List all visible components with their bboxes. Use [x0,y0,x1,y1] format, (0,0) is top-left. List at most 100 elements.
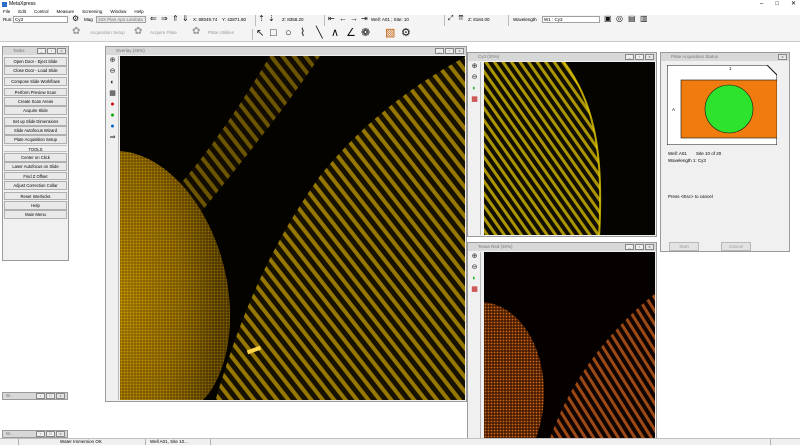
close-button[interactable]: × [57,48,66,54]
open-door-button[interactable]: Open Door - Eject Slide [4,57,67,66]
close-button[interactable]: × [56,393,65,399]
polyline-tool-icon[interactable]: ∧ [331,28,339,39]
restore-button[interactable]: ▫ [635,244,644,250]
restore-button[interactable]: ▫ [445,48,454,54]
nav-last-icon[interactable]: ⇥ [361,14,368,24]
minimize-button[interactable]: _ [625,54,634,60]
gear-icon[interactable]: ⚙ [72,14,79,24]
compose-workflows-button[interactable]: Compose Slide Workflows [4,76,67,86]
create-scan-areas-button[interactable]: Create Scan Areas [4,96,67,106]
menu-screening[interactable]: Screening [82,8,102,15]
pointer-tool-icon[interactable]: ↖ [256,29,264,39]
restore-button[interactable]: ▫ [36,431,45,437]
reset-interlocks-button[interactable]: Reset Interlocks [4,191,67,201]
minimize-icon[interactable]: – [760,0,763,8]
acquire-plate-icon[interactable]: ✿ [134,27,142,37]
z-up-icon[interactable]: ⇈ [458,14,464,24]
acquire-icon[interactable]: ▥ [640,14,648,24]
wavelength-select[interactable]: W1 : Cy3 [542,16,600,23]
nav-next-icon[interactable]: → [350,14,358,24]
ellipse-tool-icon[interactable]: ○ [285,28,292,39]
minimized-window-1[interactable]: W... ▫ □ × [2,392,68,400]
slide-autofocus-button[interactable]: Slide Autofocus Wizard [4,126,67,135]
focus-up-icon[interactable]: ⇡ [258,14,265,24]
stage-up-icon[interactable]: ⇑ [172,14,179,24]
help-button[interactable]: Help [4,200,67,210]
close-button[interactable]: × [645,244,654,250]
preview-scan-button[interactable]: Perform Preview Scan [4,87,67,97]
stage-left-icon[interactable]: ⇐ [150,14,157,24]
lut-icon[interactable]: ▦ [470,96,479,104]
zoom-fit-icon[interactable]: ⤢ [448,14,454,24]
menu-control[interactable]: Control [34,8,49,15]
contrast-icon[interactable]: ◐ [108,79,117,87]
menu-help[interactable]: Help [134,8,143,15]
zoom-in-icon[interactable]: ⊕ [108,57,117,65]
zoom-in-icon[interactable]: ⊕ [470,253,479,261]
close-button[interactable]: × [56,431,65,437]
zoom-out-icon[interactable]: ⊖ [470,264,479,272]
close-button[interactable]: × [455,48,464,54]
restore-button[interactable]: ▫ [635,54,644,60]
nav-first-icon[interactable]: ⇤ [328,14,335,24]
close-button[interactable]: × [778,54,787,60]
zoom-in-icon[interactable]: ⊕ [470,63,479,71]
objective-select[interactable]: 10X Plan Apo Lambda [96,16,146,23]
minimized-window-2[interactable]: W... ▫ □ × [2,430,68,438]
zoom-out-icon[interactable]: ⊖ [470,74,479,82]
slide-dimensions-button[interactable]: Set up Slide Dimensions [4,116,67,126]
correction-collar-button[interactable]: Adjust Correction Collar [4,181,67,190]
green-channel-icon[interactable]: ● [108,112,117,120]
stage-right-icon[interactable]: ⇒ [161,14,168,24]
acquire-plate-button[interactable]: Acquire Plate [150,29,177,36]
plate-utilities-button[interactable]: Plate Utilities [208,29,234,36]
minimize-button[interactable]: _ [625,244,634,250]
stage-down-icon[interactable]: ⇓ [182,14,189,24]
main-menu-button[interactable]: Main Menu [4,210,67,219]
maximize-button[interactable]: □ [46,393,55,399]
center-on-click-button[interactable]: Center on Click [4,153,67,162]
line-tool-icon[interactable]: ╲ [316,28,323,39]
overlay-image[interactable] [120,56,465,400]
zoom-out-icon[interactable]: ⊖ [108,68,117,76]
cancel-button[interactable]: Cancel [721,242,751,251]
focus-down-icon[interactable]: ⇣ [268,14,275,24]
camera-icon[interactable]: ▣ [604,14,612,24]
maximize-icon[interactable]: □ [775,0,779,8]
plate-acquisition-setup-button[interactable]: Plate Acquisition Setup [4,135,67,145]
settings-tool-icon[interactable]: ⚙ [401,28,411,39]
laser-autofocus-button[interactable]: Laser Autofocus on Slide [4,162,67,172]
texas-red-image[interactable] [484,252,655,445]
acquisition-setup-button[interactable]: Acquisition Setup [90,29,125,36]
arrow-right-icon[interactable]: ⇒ [108,134,117,142]
nav-prev-icon[interactable]: ← [339,14,347,24]
minimize-button[interactable]: _ [37,48,46,54]
close-button[interactable]: × [645,54,654,60]
angle-tool-icon[interactable]: ∠ [346,28,356,39]
lut-icon[interactable]: ▦ [470,286,479,294]
lut-icon[interactable]: ▦ [108,90,117,98]
menu-edit[interactable]: Edit [18,8,26,15]
journal-icon[interactable]: ▧ [385,28,395,39]
acquire-slide-button[interactable]: Acquire Slide [4,106,67,115]
find-z-offset-button[interactable]: Find Z Offset [4,171,67,181]
run-select[interactable]: Cy3 [13,16,68,23]
red-channel-icon[interactable]: ● [108,101,117,109]
minimize-button[interactable]: _ [435,48,444,54]
contrast-icon[interactable]: ◐ [470,85,479,93]
restore-button[interactable]: ▫ [36,393,45,399]
restore-button[interactable]: ▫ [47,48,56,54]
rectangle-tool-icon[interactable]: □ [270,28,277,39]
live-icon[interactable]: ▤ [628,14,636,24]
cy3-image[interactable] [484,62,655,235]
focus-icon[interactable]: ◎ [616,14,623,24]
close-door-button[interactable]: Close Door - Load Slide [4,66,67,75]
contrast-icon[interactable]: ◐ [470,275,479,283]
blue-channel-icon[interactable]: ● [108,123,117,131]
menu-file[interactable]: File [3,8,10,15]
freehand-tool-icon[interactable]: ⌇ [300,28,305,39]
close-icon[interactable]: ✕ [791,0,796,8]
acquisition-setup-icon[interactable]: ✿ [72,27,80,37]
menu-window[interactable]: Window [110,8,126,15]
plate-utilities-icon[interactable]: ✿ [192,27,200,37]
